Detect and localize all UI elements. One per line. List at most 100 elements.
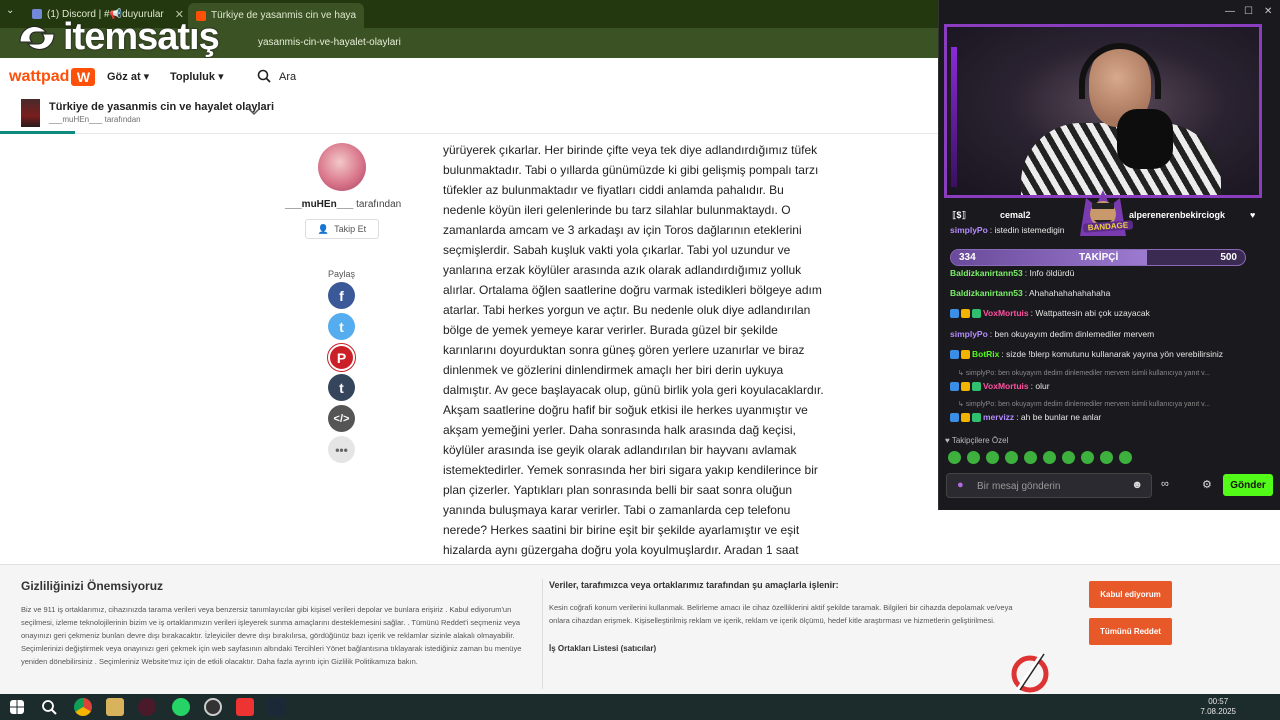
chat-message[interactable]: simplyPo: istedin istemedigin bbox=[950, 225, 1064, 235]
minimize-icon[interactable]: — bbox=[1225, 6, 1235, 17]
webcam-feed bbox=[944, 24, 1262, 198]
story-line: yanında buluşmaya karar verirler. Tabi o… bbox=[443, 503, 791, 517]
browser-icon[interactable] bbox=[138, 698, 156, 716]
gift-icon: ⟦$⟧ bbox=[952, 210, 966, 220]
chrome-icon[interactable] bbox=[74, 698, 92, 716]
chat-text: : sizde !blerp komutunu kullanarak yayın… bbox=[1001, 349, 1223, 359]
obs-icon[interactable] bbox=[204, 698, 222, 716]
wattpad-logo[interactable]: wattpad W bbox=[9, 68, 96, 86]
system-clock[interactable]: 00:57 7.08.2025 bbox=[1200, 697, 1236, 717]
reject-all-button[interactable]: Tümünü Reddet bbox=[1089, 618, 1172, 645]
chat-username[interactable]: Baldizkanirtann53 bbox=[950, 288, 1023, 298]
windows-start-icon[interactable] bbox=[10, 700, 24, 714]
whatsapp-icon[interactable] bbox=[172, 698, 190, 716]
tab-list-chevron-icon[interactable]: ⌄ bbox=[6, 5, 14, 16]
cookie-consent-banner: Gizliliğinizi Önemsiyoruz Biz ve 911 iş … bbox=[0, 564, 1280, 694]
chat-username[interactable]: simplyPo bbox=[950, 329, 988, 339]
emote-icon[interactable] bbox=[1005, 451, 1018, 464]
story-line: seçmişlerdir. Sabah kuşluk vakti yola çı… bbox=[443, 243, 791, 257]
badge-icon bbox=[972, 381, 981, 391]
followers-label: TAKİPÇİ bbox=[1079, 252, 1119, 263]
follow-button[interactable]: 👤 Takip Et bbox=[305, 219, 379, 239]
chat-input[interactable] bbox=[977, 478, 1127, 494]
chat-username[interactable]: mervizz bbox=[983, 412, 1014, 422]
nav-browse[interactable]: Göz at ▾ bbox=[107, 70, 149, 83]
story-line: nerede? Herkes saatini bir birine eşit b… bbox=[443, 523, 800, 537]
emote-icon[interactable] bbox=[1062, 451, 1075, 464]
microphone bbox=[1117, 109, 1173, 169]
file-explorer-icon[interactable] bbox=[106, 698, 124, 716]
story-line: karınlarını doyurduktan sonra güneş göre… bbox=[443, 343, 805, 357]
story-title[interactable]: Türkiye de yasanmis cin ve hayalet olayl… bbox=[49, 101, 274, 113]
chat-text: : Info öldürdü bbox=[1024, 268, 1075, 278]
accept-button[interactable]: Kabul ediyorum bbox=[1089, 581, 1172, 608]
chat-username[interactable]: VoxMortuis bbox=[983, 308, 1029, 318]
chat-message[interactable]: BotRix: sizde !blerp komutunu kullanarak… bbox=[950, 349, 1223, 359]
cookie-body: Biz ve 911 iş ortaklarımız, cihazınızda … bbox=[21, 605, 522, 666]
emote-icon[interactable] bbox=[1043, 451, 1056, 464]
followers-progress-bar: 334 TAKİPÇİ 500 bbox=[950, 249, 1246, 266]
partners-list-link[interactable]: İş Ortakları Listesi (satıcılar) bbox=[549, 644, 656, 653]
emote-icon[interactable] bbox=[967, 451, 980, 464]
chat-message[interactable]: mervizz: ah be bunlar ne anlar bbox=[950, 412, 1101, 422]
story-line: plan çizerler. Yaptıkları plan sonrasınd… bbox=[443, 483, 793, 497]
emote-icon[interactable] bbox=[986, 451, 999, 464]
badge-icon bbox=[950, 412, 959, 422]
emote-icon[interactable] bbox=[948, 451, 961, 464]
microphone-icon[interactable]: ● bbox=[957, 479, 964, 491]
chat-reply-context: ↳ simplyPo: ben okuyayım dedim dinlemedi… bbox=[958, 401, 1210, 408]
chat-input-box[interactable]: ● ☻ bbox=[946, 473, 1152, 498]
chat-message[interactable]: VoxMortuis: Wattpattesin abi çok uzayaca… bbox=[950, 308, 1150, 318]
infinity-icon[interactable]: ∞ bbox=[1161, 478, 1169, 490]
author-avatar[interactable] bbox=[318, 143, 366, 191]
share-label: Paylaş bbox=[328, 269, 356, 279]
emote-icon[interactable] bbox=[1081, 451, 1094, 464]
pinterest-icon[interactable]: P bbox=[327, 343, 356, 372]
author-name[interactable]: ___muHEn___ bbox=[285, 199, 353, 210]
screen: ⌄ (1) Discord | #📢duyurular ✕ Türkiye de… bbox=[0, 0, 1280, 720]
chevron-down-icon[interactable] bbox=[248, 107, 260, 117]
clock-time: 00:57 bbox=[1208, 697, 1229, 706]
search-icon[interactable] bbox=[40, 698, 58, 716]
media-player-icon[interactable] bbox=[236, 698, 254, 716]
sub-left-name: cemal2 bbox=[1000, 210, 1031, 220]
divider bbox=[542, 579, 543, 689]
emote-icon[interactable] bbox=[1024, 451, 1037, 464]
close-icon[interactable]: ✕ bbox=[1264, 6, 1272, 17]
badge-icon bbox=[950, 308, 959, 318]
emote-icon[interactable] bbox=[1119, 451, 1132, 464]
facebook-icon[interactable]: f bbox=[328, 282, 355, 309]
badge-icon bbox=[950, 381, 959, 391]
chat-message[interactable]: Baldizkanirtann53: Info öldürdü bbox=[950, 268, 1074, 278]
badge-icon bbox=[961, 308, 970, 318]
emoji-icon[interactable]: ☻ bbox=[1131, 479, 1143, 491]
chat-username[interactable]: BotRix bbox=[972, 349, 999, 359]
embed-icon[interactable]: </> bbox=[328, 405, 355, 432]
chat-message[interactable]: simplyPo: ben okuyayım dedim dinlemedile… bbox=[950, 329, 1154, 339]
chat-username[interactable]: Baldizkanirtann53 bbox=[950, 268, 1023, 278]
search-icon[interactable] bbox=[257, 69, 271, 83]
tumblr-icon[interactable]: t bbox=[328, 374, 355, 401]
chat-username[interactable]: simplyPo bbox=[950, 225, 988, 235]
chat-message[interactable]: Baldizkanirtann53: Ahahahahahahahaha bbox=[950, 288, 1110, 298]
chat-username[interactable]: VoxMortuis bbox=[983, 381, 1029, 391]
twitter-icon[interactable]: t bbox=[328, 313, 355, 340]
heart-icon: ♥ bbox=[1250, 210, 1256, 220]
maximize-icon[interactable]: ☐ bbox=[1244, 6, 1253, 17]
nav-community[interactable]: Topluluk ▾ bbox=[170, 70, 224, 83]
search-label[interactable]: Ara bbox=[279, 71, 296, 83]
gear-icon[interactable]: ⚙ bbox=[1202, 478, 1212, 491]
chat-message[interactable]: VoxMortuis: olur bbox=[950, 381, 1050, 391]
badge-icon bbox=[972, 412, 981, 422]
url-text: yasanmis-cin-ve-hayalet-olaylari bbox=[258, 37, 401, 48]
emote-icon[interactable] bbox=[1100, 451, 1113, 464]
story-line: yürüyerek çıkarlar. Her birinde çifte ve… bbox=[443, 143, 818, 157]
itemsatis-logo-icon bbox=[19, 25, 55, 50]
send-button[interactable]: Gönder bbox=[1223, 474, 1273, 496]
story-cover[interactable] bbox=[21, 99, 40, 127]
story-header: Türkiye de yasanmis cin ve hayalet olayl… bbox=[0, 96, 940, 134]
chat-text: : Wattpattesin abi çok uzayacak bbox=[1030, 308, 1150, 318]
steam-icon[interactable] bbox=[268, 698, 286, 716]
more-icon[interactable]: ••• bbox=[328, 436, 355, 463]
cookie-title: Gizliliğinizi Önemsiyoruz bbox=[21, 579, 164, 593]
